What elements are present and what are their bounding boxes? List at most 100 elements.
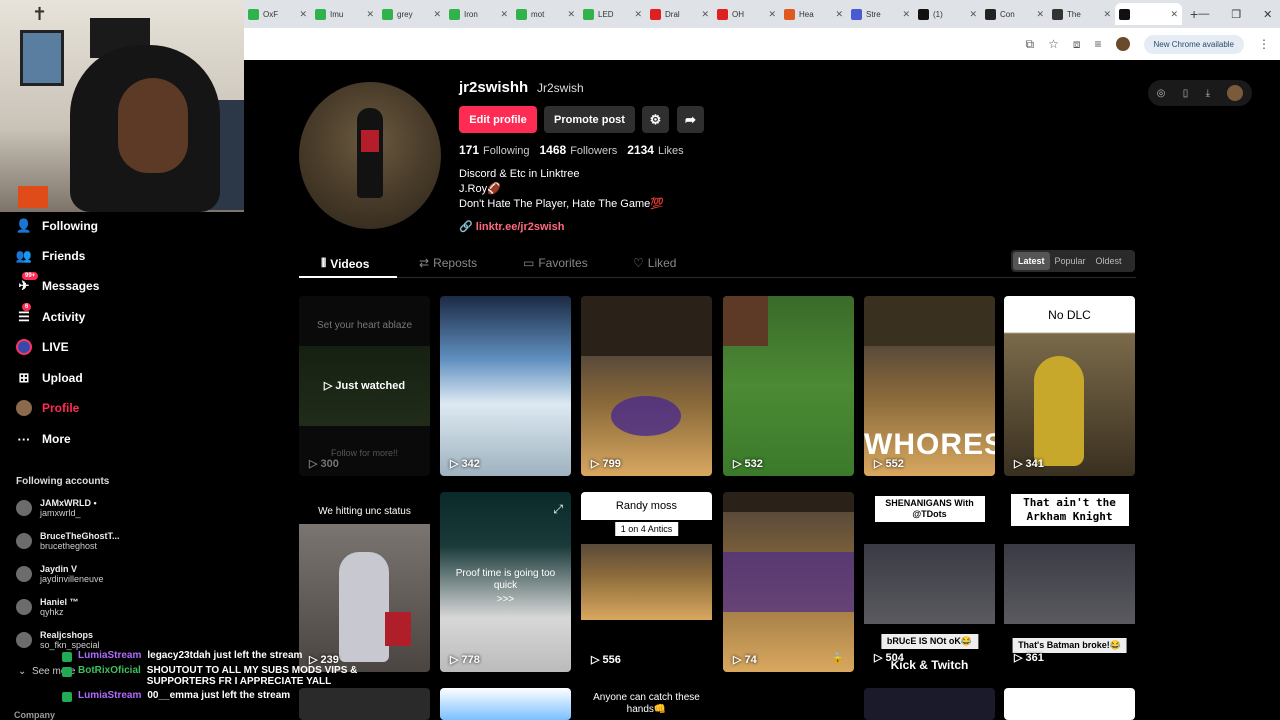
tab-close-icon[interactable]: ✕ bbox=[567, 9, 575, 20]
user-avatar[interactable] bbox=[1227, 85, 1244, 101]
download-icon[interactable]: ⤓ bbox=[1206, 88, 1210, 99]
profile-link[interactable]: 🔗 linktr.ee/jr2swish bbox=[459, 220, 564, 233]
tab-close-icon[interactable]: ✕ bbox=[433, 9, 441, 20]
browser-tab[interactable]: Hea ✕ bbox=[780, 3, 847, 25]
bookmark-star-icon[interactable]: ☆ bbox=[1048, 37, 1059, 51]
following-account-item[interactable]: BruceTheGhostT... brucetheghost bbox=[16, 531, 120, 551]
video-caption: SHENANIGANS With @TDots bbox=[874, 496, 985, 522]
video-card[interactable]: That ain't the Arkham Knight That's Batm… bbox=[1004, 492, 1135, 672]
followers-stat[interactable]: 1468 Followers bbox=[540, 143, 618, 157]
play-icon: ▷ bbox=[874, 652, 883, 664]
video-card[interactable]: Set your heart ablaze ▷ Just watched Fol… bbox=[299, 296, 430, 476]
browser-tab[interactable]: mot ✕ bbox=[512, 3, 579, 25]
nav-messages[interactable]: ✈ 99+ Messages bbox=[16, 272, 99, 294]
compass-icon[interactable]: ◎ bbox=[1157, 88, 1166, 99]
nav-friends[interactable]: 👥 Friends bbox=[16, 248, 85, 264]
heart-icon: ♡ bbox=[633, 256, 644, 270]
browser-tab[interactable]: (1) ✕ bbox=[914, 3, 981, 25]
tab-close-icon[interactable]: ✕ bbox=[1170, 9, 1178, 20]
video-card[interactable]: ▷ 342 bbox=[440, 296, 571, 476]
edit-profile-button[interactable]: Edit profile bbox=[459, 106, 537, 133]
sort-latest[interactable]: Latest bbox=[1013, 252, 1050, 270]
account-name: Jaydin V bbox=[40, 564, 78, 574]
settings-button[interactable]: ⚙ bbox=[642, 106, 669, 133]
video-card[interactable]: We hitting unc status ▷ 239 bbox=[299, 492, 430, 672]
video-card[interactable]: SHENANIGANS With @TDots bRUcE IS NOt oK😂… bbox=[864, 492, 995, 672]
phone-icon[interactable]: ▯ bbox=[1183, 88, 1189, 99]
just-watched-label: ▷ Just watched bbox=[323, 380, 406, 392]
streamer-face bbox=[118, 78, 188, 173]
play-icon: ▷ bbox=[733, 458, 742, 470]
new-chrome-available-button[interactable]: New Chrome available bbox=[1143, 34, 1244, 54]
video-card[interactable]: Anyone can catch these hands👊 bbox=[581, 688, 712, 720]
video-card[interactable]: ▷ 532 bbox=[723, 296, 854, 476]
following-account-item[interactable]: Jaydin Vjaydinvilleneuve bbox=[16, 564, 104, 584]
tab-close-icon[interactable]: ✕ bbox=[768, 9, 776, 20]
video-card[interactable]: WHORES ▷ 552 bbox=[864, 296, 995, 476]
share-button[interactable]: ➦ bbox=[677, 106, 704, 133]
tab-reposts[interactable]: ⇄ Reposts bbox=[419, 256, 477, 270]
cast-icon[interactable]: ⧉ bbox=[1026, 37, 1035, 52]
video-card[interactable]: No DLC ▷ 341 bbox=[1004, 296, 1135, 476]
minimize-icon[interactable]: — bbox=[1198, 8, 1209, 21]
tab-favorites[interactable]: ▭ Favorites bbox=[523, 256, 588, 270]
tab-videos[interactable]: ⦀ Videos bbox=[321, 256, 369, 271]
browser-tab[interactable]: Imu ✕ bbox=[311, 3, 378, 25]
browser-tab[interactable]: OxF ✕ bbox=[244, 3, 311, 25]
browser-tab[interactable]: Con ✕ bbox=[981, 3, 1048, 25]
following-account-item[interactable]: JAMxWRLD • jamxwrld_ bbox=[16, 498, 97, 518]
tab-close-icon[interactable]: ✕ bbox=[366, 9, 374, 20]
new-tab-button[interactable]: + bbox=[1190, 6, 1198, 22]
browser-tab[interactable]: Dral ✕ bbox=[646, 3, 713, 25]
browser-tab[interactable]: LED ✕ bbox=[579, 3, 646, 25]
tab-close-icon[interactable]: ✕ bbox=[835, 9, 843, 20]
close-window-icon[interactable]: ✕ bbox=[1263, 8, 1272, 21]
following-stat[interactable]: 171 Following bbox=[459, 143, 530, 157]
nav-more[interactable]: ··· More bbox=[16, 431, 71, 447]
promote-post-button[interactable]: Promote post bbox=[544, 106, 635, 133]
browser-tab[interactable]: Iron ✕ bbox=[445, 3, 512, 25]
tab-close-icon[interactable]: ✕ bbox=[299, 9, 307, 20]
following-account-item[interactable]: Realjcshops so_fkn_special bbox=[16, 630, 100, 650]
bookmark-icon: ▭ bbox=[523, 256, 535, 270]
nav-profile[interactable]: Profile bbox=[16, 400, 79, 416]
tab-close-icon[interactable]: ✕ bbox=[969, 9, 977, 20]
chrome-profile-avatar[interactable] bbox=[1115, 37, 1130, 51]
tab-close-icon[interactable]: ✕ bbox=[634, 9, 642, 20]
video-card[interactable] bbox=[864, 688, 995, 720]
video-card[interactable]: Randy moss 1 on 4 Antics ▷ 556 bbox=[581, 492, 712, 672]
view-count: ▷ 341 bbox=[1014, 457, 1044, 471]
nav-upload[interactable]: ⊞ Upload bbox=[16, 370, 83, 386]
sort-oldest[interactable]: Oldest bbox=[1091, 252, 1127, 270]
restore-icon[interactable]: ❐ bbox=[1231, 8, 1241, 21]
browser-tab[interactable]: ✕ bbox=[1115, 3, 1182, 25]
tab-close-icon[interactable]: ✕ bbox=[701, 9, 709, 20]
video-card[interactable]: ⤢ Proof time is going too quick >>> ▷ 778 bbox=[440, 492, 571, 672]
extensions-icon[interactable]: ⧈ bbox=[1073, 37, 1081, 52]
nav-activity[interactable]: ☰ 6 Activity bbox=[16, 303, 85, 325]
video-card[interactable]: ▷ 799 bbox=[581, 296, 712, 476]
profile-avatar[interactable] bbox=[299, 82, 441, 229]
tab-close-icon[interactable]: ✕ bbox=[1036, 9, 1044, 20]
browser-tab[interactable]: OH ✕ bbox=[713, 3, 780, 25]
tab-liked[interactable]: ♡ Liked bbox=[633, 256, 676, 270]
profile-avatar-icon bbox=[16, 400, 32, 416]
account-avatar bbox=[16, 500, 32, 516]
tab-close-icon[interactable]: ✕ bbox=[500, 9, 508, 20]
following-account-item[interactable]: Haniel ™ qyhkz bbox=[16, 597, 79, 617]
play-icon: ▷ bbox=[591, 458, 600, 470]
tab-close-icon[interactable]: ✕ bbox=[902, 9, 910, 20]
browser-tab[interactable]: Stre ✕ bbox=[847, 3, 914, 25]
chrome-menu-icon[interactable]: ⋮ bbox=[1258, 37, 1270, 51]
reading-list-icon[interactable]: ≡ bbox=[1095, 37, 1102, 51]
company-link[interactable]: Company bbox=[14, 710, 55, 720]
video-card[interactable]: 🔒 ▷ 74 bbox=[723, 492, 854, 672]
tab-close-icon[interactable]: ✕ bbox=[1103, 9, 1111, 20]
browser-tab[interactable]: grey ✕ bbox=[378, 3, 445, 25]
video-card[interactable] bbox=[1004, 688, 1135, 720]
sort-popular[interactable]: Popular bbox=[1050, 252, 1091, 270]
video-card[interactable] bbox=[440, 688, 571, 720]
nav-following[interactable]: 👤 Following bbox=[16, 218, 98, 234]
nav-live[interactable]: LIVE bbox=[16, 339, 69, 355]
browser-tab[interactable]: The ✕ bbox=[1048, 3, 1115, 25]
